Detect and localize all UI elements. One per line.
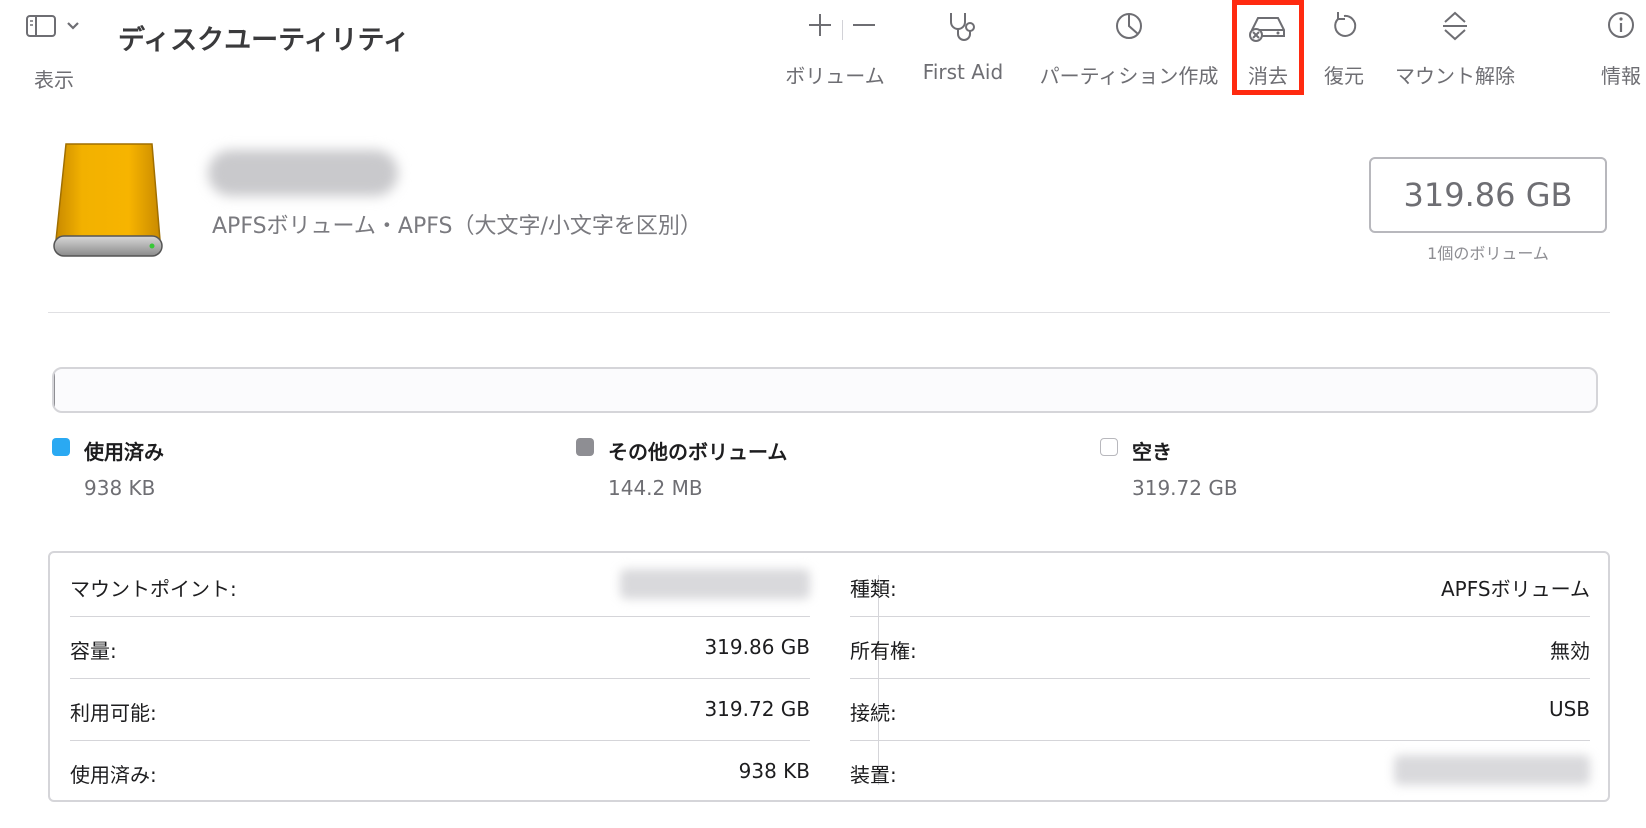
add-volume-icon[interactable]: [807, 12, 833, 42]
legend-used-label: 使用済み: [84, 440, 164, 464]
first-aid-label: First Aid: [922, 60, 1004, 84]
info-row-capacity: 容量: 319.86 GB: [70, 617, 810, 679]
legend-free-value: 319.72 GB: [1132, 476, 1238, 500]
partition-button[interactable]: パーティション作成: [1036, 6, 1222, 88]
external-drive-icon: [52, 140, 172, 260]
info-button[interactable]: 情報: [1600, 6, 1642, 88]
device-redacted: [1394, 755, 1590, 785]
volume-name-redacted: [208, 150, 398, 196]
info-key: 使用済み:: [70, 763, 157, 787]
info-value: 319.86 GB: [704, 635, 810, 659]
volume-group: ボリューム: [780, 6, 890, 88]
header-divider: [48, 312, 1610, 313]
info-label: 情報: [1601, 64, 1641, 88]
first-aid-button[interactable]: First Aid: [915, 6, 1011, 86]
info-row-ownership: 所有権: 無効: [850, 617, 1590, 679]
usage-bar: [52, 367, 1598, 413]
view-label: 表示: [34, 68, 74, 92]
info-value: 938 KB: [738, 759, 810, 783]
unmount-button[interactable]: マウント解除: [1390, 6, 1520, 88]
info-row-available: 利用可能: 319.72 GB: [70, 679, 810, 741]
info-key: 装置:: [850, 763, 897, 787]
legend-used-value: 938 KB: [84, 476, 156, 500]
legend-other-label: その他のボリューム: [608, 440, 788, 464]
info-row-mount-point: マウントポイント:: [70, 555, 810, 617]
other-volumes-swatch: [576, 438, 594, 456]
app-title: ディスクユーティリティ: [118, 25, 410, 56]
volume-separator: [842, 20, 843, 40]
info-value: USB: [1548, 697, 1590, 721]
info-row-device: 装置:: [850, 741, 1590, 803]
info-row-used: 使用済み: 938 KB: [70, 741, 810, 803]
erase-highlight-box: [1232, 0, 1304, 95]
mount-point-redacted: [620, 569, 810, 599]
info-value: 319.72 GB: [704, 697, 810, 721]
legend-free-label: 空き: [1132, 440, 1172, 464]
info-icon: [1606, 10, 1636, 44]
legend-other-value: 144.2 MB: [608, 476, 703, 500]
used-swatch: [52, 438, 70, 456]
info-key: 接続:: [850, 701, 897, 725]
volume-description: APFSボリューム・APFS（大文字/小文字を区別）: [212, 214, 702, 239]
info-key: 種類:: [850, 577, 897, 601]
info-row-type: 種類: APFSボリューム: [850, 555, 1590, 617]
remove-volume-icon[interactable]: [851, 12, 877, 42]
view-button[interactable]: 表示: [22, 10, 106, 92]
info-row-connection: 接続: USB: [850, 679, 1590, 741]
restore-icon: [1328, 10, 1360, 46]
sidebar-icon: [26, 14, 82, 44]
toolbar: 表示 ディスクユーティリティ ボリューム First Aid パーティション作成…: [0, 0, 1646, 100]
pie-chart-icon: [1113, 10, 1145, 46]
info-value: APFSボリューム: [1441, 577, 1590, 601]
unmount-label: マウント解除: [1395, 64, 1515, 88]
usage-bar-other-segment: [54, 369, 55, 411]
partition-label: パーティション作成: [1039, 64, 1219, 88]
volume-count: 1個のボリューム: [1427, 244, 1549, 263]
free-swatch: [1100, 438, 1118, 456]
info-key: 所有権:: [850, 639, 917, 663]
info-table: マウントポイント: 容量: 319.86 GB 利用可能: 319.72 GB …: [48, 551, 1610, 802]
info-value: 無効: [1550, 639, 1590, 663]
eject-icon: [1439, 10, 1471, 48]
capacity-box: 319.86 GB: [1369, 157, 1607, 233]
info-key: マウントポイント:: [70, 577, 237, 601]
restore-button[interactable]: 復元: [1316, 6, 1372, 88]
restore-label: 復元: [1324, 64, 1364, 88]
info-key: 利用可能:: [70, 701, 157, 725]
info-key: 容量:: [70, 639, 117, 663]
stethoscope-icon: [945, 10, 981, 48]
volume-label: ボリューム: [785, 64, 885, 88]
